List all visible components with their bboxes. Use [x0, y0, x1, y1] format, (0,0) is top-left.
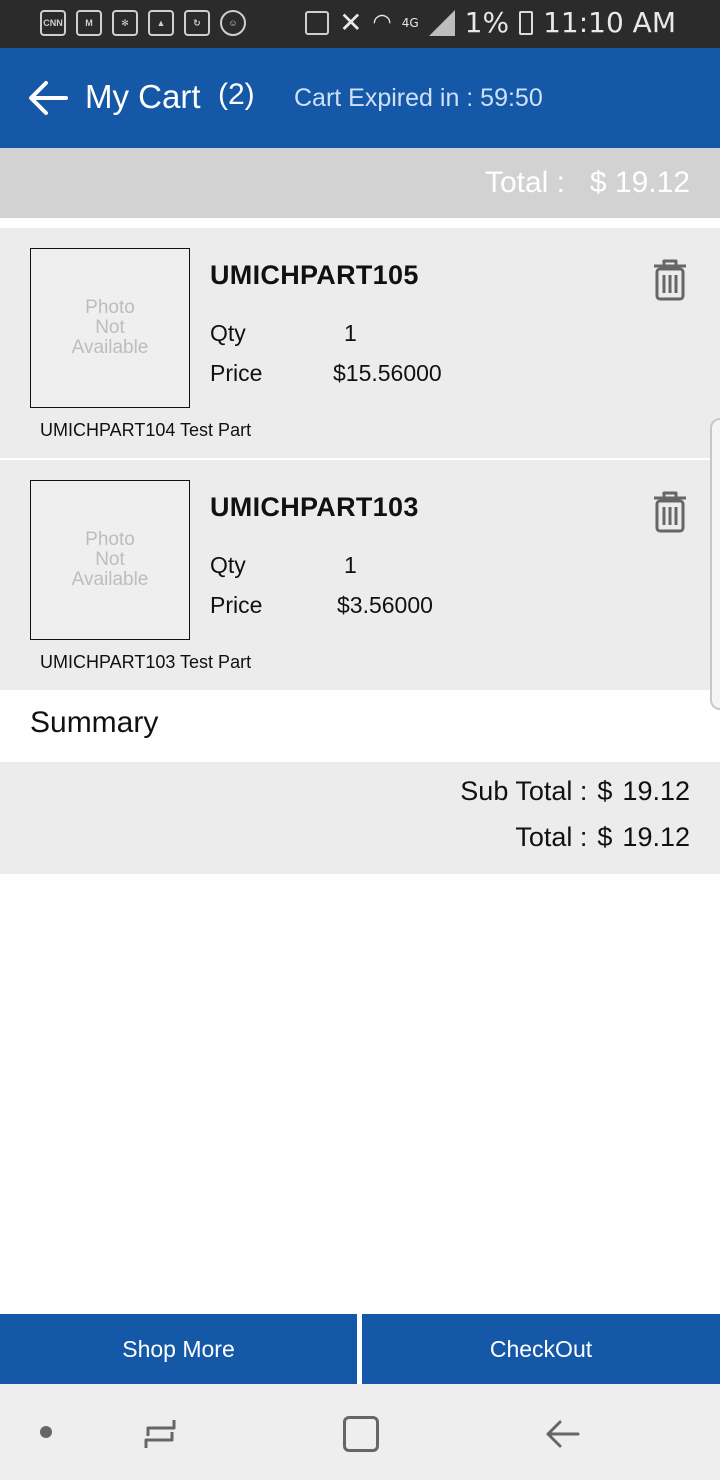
photo-placeholder-text: Not [95, 549, 125, 570]
page-title: My Cart [85, 78, 201, 115]
total-label: Total : [484, 166, 565, 199]
account-icon: ☺ [220, 10, 246, 36]
network-type: 4G [401, 15, 419, 30]
part-number: UMICHPART103 [210, 492, 419, 522]
part-description: UMICHPART103 Test Part [40, 652, 252, 672]
qty-value: 1 [344, 320, 357, 346]
price-label: Price [210, 360, 263, 386]
qty-value: 1 [344, 552, 357, 578]
qty-label: Qty [210, 320, 246, 346]
price-label: Price [210, 592, 263, 618]
checkout-button[interactable]: CheckOut [362, 1314, 720, 1384]
trash-icon [654, 259, 686, 301]
nav-hide-dot-icon[interactable] [40, 1426, 52, 1438]
battery-icon [519, 10, 534, 35]
product-photo-placeholder: Photo Not Available [30, 480, 190, 640]
gallery-icon: ▲ [148, 10, 174, 36]
delete-item-button[interactable] [650, 258, 690, 302]
cart-item: Photo Not Available UMICHPART103 Qty 1 P… [0, 460, 720, 690]
gmail-icon: M [76, 10, 102, 36]
qty-label: Qty [210, 552, 246, 578]
photo-placeholder-text: Available [71, 569, 149, 590]
notification-icons: CNN M ✻ ▲ ↻ ☺ [40, 10, 246, 36]
photo-placeholder-text: Photo [85, 297, 135, 318]
nfc-icon [305, 10, 330, 35]
part-number: UMICHPART105 [210, 260, 419, 290]
product-photo-placeholder: Photo Not Available [30, 248, 190, 408]
app-bar: My Cart (2) Cart Expired in : 59:50 [0, 48, 720, 148]
photo-placeholder-text: Photo [85, 529, 135, 550]
trash-icon [654, 491, 686, 533]
subtotal-row: Sub Total : $ 19.12 [460, 776, 690, 807]
delete-item-button[interactable] [650, 490, 690, 534]
back-button[interactable] [26, 78, 68, 118]
summary-total-value: 19.12 [622, 822, 690, 852]
summary-total-label: Total : [515, 822, 588, 852]
mute-icon: ✕ [339, 6, 363, 39]
shop-more-button[interactable]: Shop More [0, 1314, 357, 1384]
summary-heading: Summary [30, 706, 159, 739]
price-value: $3.56000 [337, 592, 433, 618]
total-value: $ 19.12 [589, 166, 690, 199]
summary-total-currency: $ [597, 822, 613, 852]
subtotal-currency: $ [597, 776, 613, 806]
part-description: UMICHPART104 Test Part [40, 420, 252, 440]
status-bar: CNN M ✻ ▲ ↻ ☺ ✕ ◠ 4G 1% 11:10 AM [0, 0, 720, 48]
cart-total-bar: Total : $ 19.12 [0, 148, 720, 218]
cart-item: Photo Not Available UMICHPART105 Qty 1 P… [0, 228, 720, 458]
recent-apps-icon[interactable] [140, 1414, 180, 1454]
subtotal-label: Sub Total : [460, 776, 588, 806]
cart-count: (2) [218, 78, 255, 111]
photo-placeholder-text: Not [95, 317, 125, 338]
nav-back-icon[interactable] [542, 1414, 582, 1454]
system-navigation-bar [0, 1384, 720, 1480]
cart-expiry-timer: Cart Expired in : 59:50 [294, 84, 543, 112]
wifi-icon: ◠ [372, 10, 392, 35]
signal-icon [428, 9, 455, 36]
photo-placeholder-text: Available [71, 337, 149, 358]
edge-panel-handle[interactable] [710, 418, 720, 710]
cnbc-icon: ✻ [112, 10, 138, 36]
price-value: $15.56000 [333, 360, 442, 386]
battery-percent: 1% [464, 6, 510, 39]
arrow-left-icon [29, 81, 68, 115]
system-icons: ✕ ◠ 4G 1% 11:10 AM [305, 6, 676, 39]
summary-total-row: Total : $ 19.12 [515, 822, 690, 853]
clock: 11:10 AM [543, 6, 676, 39]
home-icon[interactable] [343, 1416, 379, 1452]
update-icon: ↻ [184, 10, 210, 36]
cnn-icon: CNN [40, 10, 66, 36]
subtotal-value: 19.12 [622, 776, 690, 806]
summary-panel: Sub Total : $ 19.12 Total : $ 19.12 [0, 762, 720, 874]
